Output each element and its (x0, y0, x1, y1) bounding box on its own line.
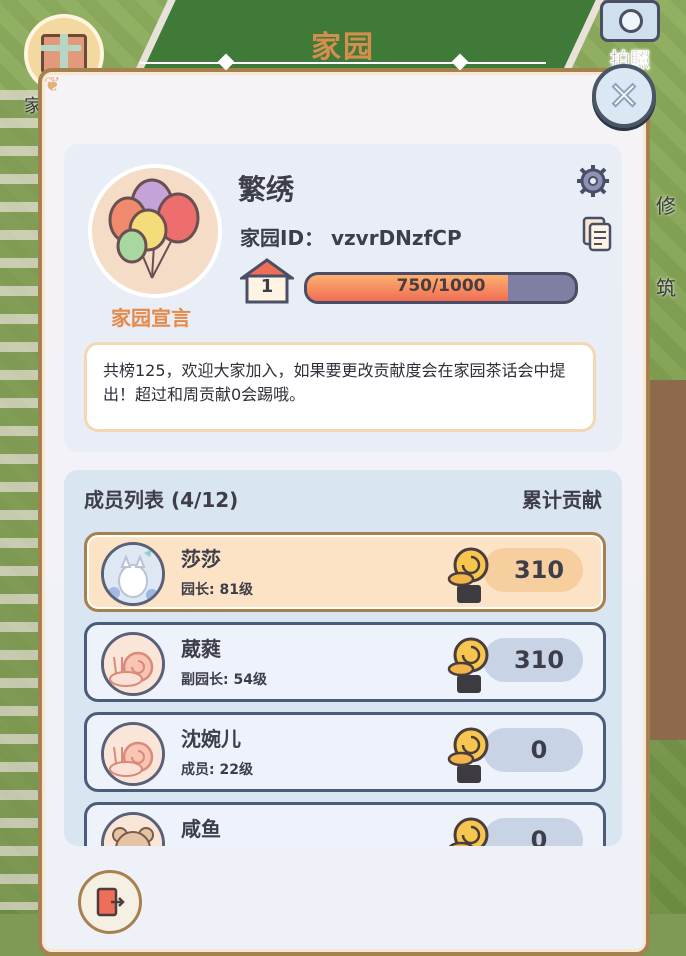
home-level: 1 (260, 276, 274, 297)
progress-text: 750/1000 (396, 276, 486, 296)
home-notice: 共榜125，欢迎大家加入，如果要更改贡献度会在家园茶话会中提出！超过和周贡献0会… (84, 342, 596, 432)
dialog-title: 家园 (311, 30, 375, 65)
member-rank: 副园长: 54级 (181, 672, 267, 688)
member-name: 葳蕤 (181, 637, 221, 661)
member-contribution: 0 (483, 818, 583, 846)
member-list-panel: 成员列表 (4/12) 累计贡献 莎莎 园长: 81级 310 葳蕤 副园长: … (64, 470, 622, 846)
member-avatar (101, 722, 165, 786)
home-avatar[interactable] (88, 164, 222, 298)
copy-icon[interactable] (582, 216, 612, 252)
member-avatar (101, 632, 165, 696)
close-button[interactable]: ✕ (592, 64, 656, 128)
member-rank: 成员: 22级 (181, 762, 253, 778)
snail-avatar-icon (104, 725, 162, 783)
home-id: 家园ID： vzvrDNzfCP (240, 226, 462, 250)
settings-gear-icon[interactable] (576, 164, 610, 198)
member-rank: 园长: 81级 (181, 582, 253, 598)
home-name: 繁绣 (238, 173, 295, 206)
snail-trophy-icon (448, 817, 489, 846)
member-avatar (101, 542, 165, 606)
member-row[interactable]: 葳蕤 副园长: 54级 310 (84, 622, 606, 702)
member-row[interactable]: 沈婉儿 成员: 22级 0 (84, 712, 606, 792)
member-contribution: 310 (483, 638, 583, 682)
side-label-partial: 修 (656, 194, 676, 218)
member-list-header: 成员列表 (4/12) 累计贡献 (84, 484, 602, 518)
member-contribution: 0 (483, 728, 583, 772)
member-list-title: 成员列表 (4/12) (84, 488, 239, 512)
title-divider (140, 62, 546, 64)
member-row[interactable]: 咸鱼 0 (84, 802, 606, 846)
close-icon: ✕ (607, 73, 641, 119)
corner-ornament-icon: ❦ (44, 72, 61, 96)
leave-home-button[interactable] (78, 870, 142, 934)
member-row[interactable]: 莎莎 园长: 81级 310 (84, 532, 606, 612)
cat-avatar-icon (104, 545, 162, 603)
side-label-partial: 筑 (656, 276, 676, 300)
snail-avatar-icon (104, 635, 162, 693)
member-name: 莎莎 (181, 547, 221, 571)
snail-trophy-icon (447, 547, 489, 603)
home-declaration-link[interactable]: 家园宣言 (70, 302, 232, 331)
snail-trophy-icon (447, 727, 489, 783)
home-exp-progress-bar: 750/1000 (304, 272, 578, 304)
balloons-icon (108, 178, 200, 279)
snail-trophy-icon (447, 637, 489, 693)
member-contribution: 310 (483, 548, 583, 592)
fence (0, 90, 42, 910)
member-name: 咸鱼 (181, 817, 221, 841)
member-name: 沈婉儿 (181, 727, 241, 751)
contribution-column-title: 累计贡献 (522, 488, 602, 512)
bear-avatar-icon (104, 815, 162, 846)
member-avatar (101, 812, 165, 846)
exit-door-icon (96, 887, 125, 917)
